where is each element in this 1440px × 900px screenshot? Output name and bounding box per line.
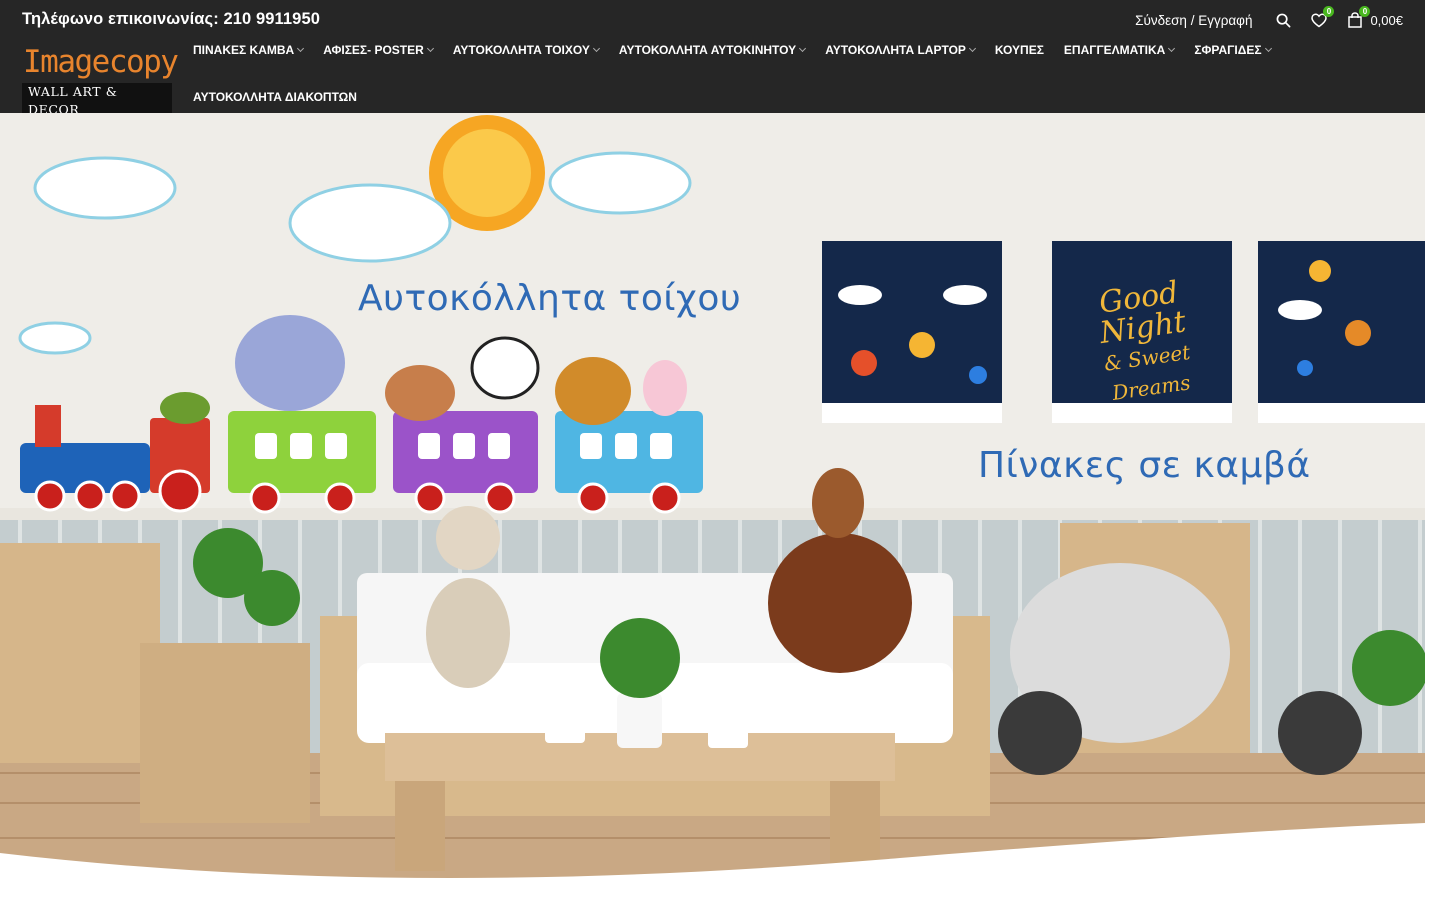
cart-count-badge: 0 (1359, 6, 1371, 17)
nav-item-label: ΑΦΙΣΕΣ- POSTER (323, 43, 424, 57)
nav-item-car-stickers[interactable]: ΑΥΤΟΚΟΛΛΗΤΑ ΑΥΤΟΚΙΝΗΤΟΥ (618, 43, 807, 57)
nav-item-posters[interactable]: ΑΦΙΣΕΣ- POSTER (323, 43, 434, 57)
contact-phone: Τηλέφωνο επικοινωνίας: 210 9911950 (22, 10, 321, 28)
chevron-down-icon (297, 44, 305, 53)
chevron-down-icon (799, 44, 807, 53)
nav-item-mugs[interactable]: ΚΟΥΠΕΣ (995, 43, 1044, 57)
nav-item-laptop-stickers[interactable]: ΑΥΤΟΚΟΛΛΗΤΑ LAPTOP (825, 43, 976, 57)
cart-button[interactable]: 0 (1342, 6, 1371, 32)
search-button[interactable] (1270, 8, 1296, 32)
chevron-down-icon (592, 44, 600, 53)
wishlist-count-badge: 0 (1323, 6, 1335, 17)
chevron-down-icon (426, 44, 434, 53)
nav-item-label: ΑΥΤΟΚΟΛΛΗΤΑ ΑΥΤΟΚΙΝΗΤΟΥ (618, 43, 797, 57)
nav-item-switch-stickers[interactable]: ΑΥΤΟΚΟΛΛΗΤΑ ΔΙΑΚΟΠΤΩΝ (193, 90, 357, 104)
chevron-down-icon (968, 44, 976, 53)
nav-item-label: ΑΥΤΟΚΟΛΛΗΤΑ ΤΟΙΧΟΥ (452, 43, 590, 57)
nav-item-label: ΠΙΝΑΚΕΣ ΚΑΜΒΑ (193, 43, 295, 57)
nav-item-canvas-prints[interactable]: ΠΙΝΑΚΕΣ ΚΑΜΒΑ (193, 43, 305, 57)
hero-banner[interactable]: Αυτοκόλλητα τοίχου Πίνακες σε καμβά Good… (0, 113, 1425, 900)
header-actions: Σύνδεση / Εγγραφή 0 0 0,00€ (1135, 6, 1403, 32)
search-icon (1276, 13, 1291, 27)
chevron-down-icon (1168, 44, 1176, 53)
nav-item-professional[interactable]: ΕΠΑΓΓΕΛΜΑΤΙΚΑ (1063, 43, 1176, 57)
chevron-down-icon (1264, 44, 1272, 53)
nav-item-wall-stickers[interactable]: ΑΥΤΟΚΟΛΛΗΤΑ ΤΟΙΧΟΥ (452, 43, 600, 57)
nav-item-label: ΚΟΥΠΕΣ (994, 43, 1044, 57)
site-logo[interactable]: Imagecopy WALL ART & DECOR (22, 42, 179, 119)
hero-illustration (0, 113, 1425, 900)
nav-item-stamps[interactable]: ΣΦΡΑΓΙΔΕΣ (1194, 43, 1272, 57)
wall-stickers-heading: Αυτοκόλλητα τοίχου (358, 278, 742, 319)
nav-row-1: ΠΙΝΑΚΕΣ ΚΑΜΒΑ ΑΦΙΣΕΣ- POSTER ΑΥΤΟΚΟΛΛΗΤΑ… (193, 40, 1273, 60)
site-header: Τηλέφωνο επικοινωνίας: 210 9911950 Σύνδε… (0, 0, 1425, 119)
nav-item-label: ΑΥΤΟΚΟΛΛΗΤΑ LAPTOP (825, 43, 966, 57)
logo-title: Imagecopy (23, 44, 179, 80)
nav-item-label: ΕΠΑΓΓΕΛΜΑΤΙΚΑ (1063, 43, 1166, 57)
nav-item-label: ΑΥΤΟΚΟΛΛΗΤΑ ΔΙΑΚΟΠΤΩΝ (193, 90, 357, 104)
login-register-link[interactable]: Σύνδεση / Εγγραφή (1135, 13, 1252, 28)
main-navigation: ΠΙΝΑΚΕΣ ΚΑΜΒΑ ΑΦΙΣΕΣ- POSTER ΑΥΤΟΚΟΛΛΗΤΑ… (193, 40, 1273, 104)
canvas-prints-heading: Πίνακες σε καμβά (978, 445, 1311, 486)
wishlist-button[interactable]: 0 (1306, 6, 1335, 32)
good-night-print-text: Good Night & Sweet Dreams (1072, 275, 1217, 412)
nav-item-label: ΣΦΡΑΓΙΔΕΣ (1194, 43, 1262, 57)
nav-row-2: ΑΥΤΟΚΟΛΛΗΤΑ ΔΙΑΚΟΠΤΩΝ (193, 87, 377, 107)
cart-total[interactable]: 0,00€ (1370, 13, 1403, 28)
teddy-bear (426, 506, 510, 688)
